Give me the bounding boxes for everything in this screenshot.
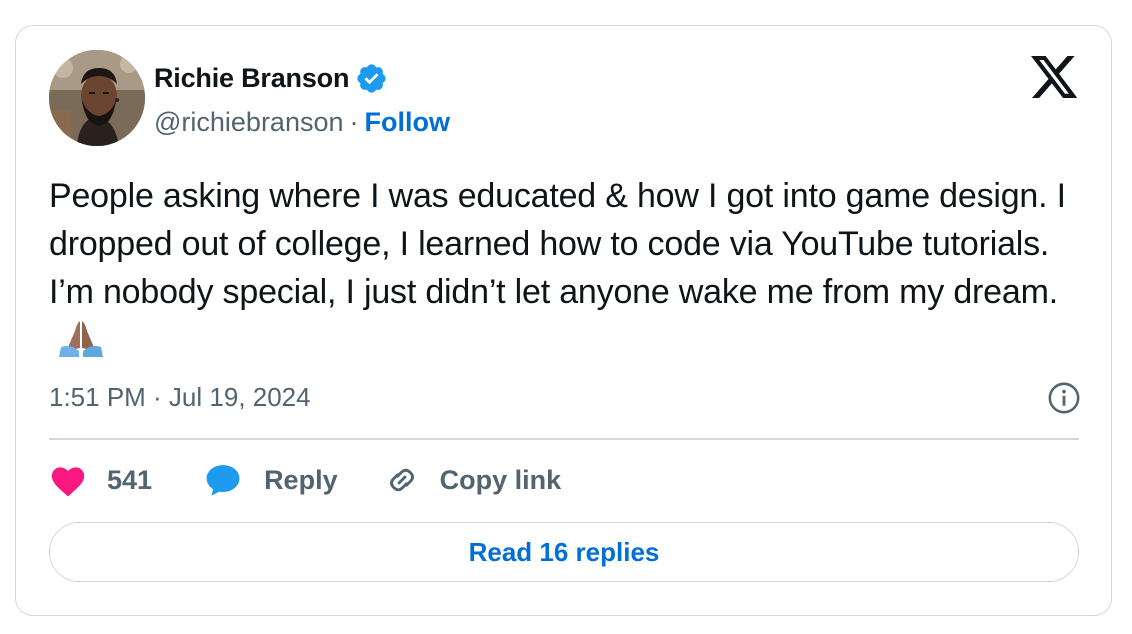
copy-link-button[interactable]: Copy link [384, 462, 562, 498]
link-icon [389, 468, 414, 492]
divider [49, 438, 1079, 440]
like-button[interactable]: 541 [49, 463, 152, 497]
heart-icon [51, 467, 85, 497]
avatar[interactable] [49, 50, 145, 146]
like-count: 541 [107, 464, 153, 495]
speech-bubble-icon [206, 465, 240, 496]
copy-link-label: Copy link [439, 464, 562, 495]
folded-hands-icon [59, 321, 103, 357]
info-icon[interactable] [1047, 381, 1081, 415]
read-replies-label: Read 16 replies [468, 536, 660, 567]
action-bar: 541 Reply Copy link [49, 458, 561, 502]
author-handle[interactable]: @richiebranson [154, 107, 344, 138]
follow-button[interactable]: Follow [365, 107, 450, 138]
tweet-text: People asking where I was educated & how… [49, 172, 1089, 364]
author-handle-row: @richiebranson · Follow [154, 104, 450, 140]
author-name-row: Richie Branson [154, 60, 388, 96]
tweet-card: Richie Branson @richiebranson · Follow P… [15, 25, 1112, 616]
read-replies-button[interactable]: Read 16 replies [49, 522, 1079, 582]
x-logo-icon[interactable] [1031, 56, 1079, 100]
separator-dot: · [349, 106, 359, 137]
author-display-name[interactable]: Richie Branson [154, 63, 349, 94]
reply-label: Reply [264, 464, 338, 495]
reply-button[interactable]: Reply [204, 462, 338, 498]
tweet-timestamp[interactable]: 1:51 PM · Jul 19, 2024 [49, 382, 311, 413]
tweet-body: People asking where I was educated & how… [49, 177, 1066, 311]
verified-badge-icon [357, 63, 386, 93]
